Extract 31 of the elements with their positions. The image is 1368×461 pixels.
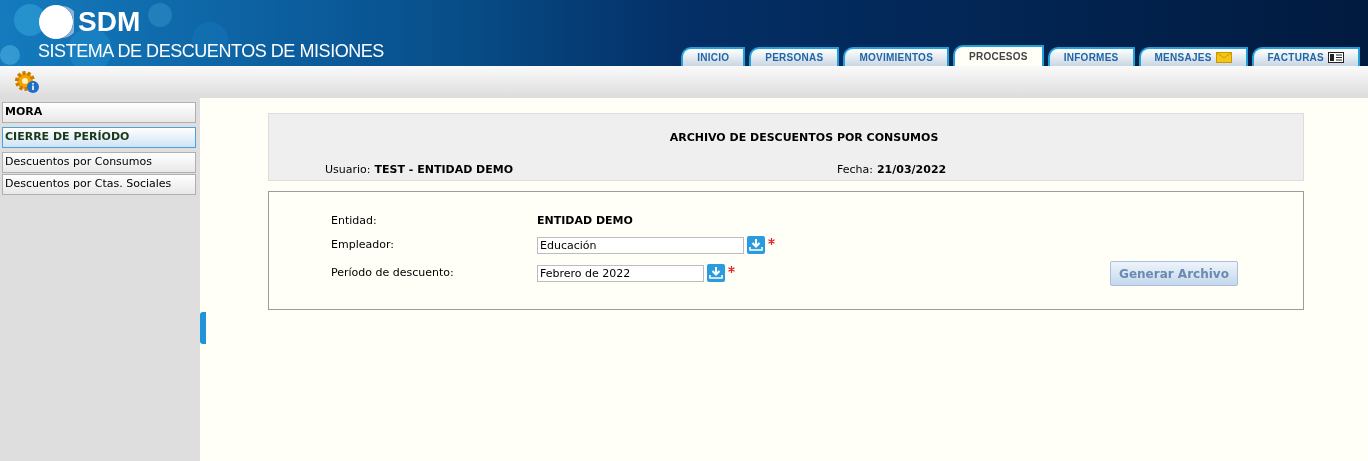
field-label: Período de descuento: [331,264,455,281]
nav-tab[interactable]: PROCESOS [953,45,1044,66]
user-label: Usuario: [325,161,371,178]
field-label: Empleador: [331,236,395,253]
nav-tab[interactable]: INFORMES [1047,47,1135,66]
select-field[interactable]: Educación [537,236,744,254]
nav-tab[interactable]: MOVIMIENTOS [843,47,950,66]
envelope-icon [1215,52,1232,63]
nav-tab[interactable]: PERSONAS [749,47,840,66]
app-title: SISTEMA DE DESCUENTOS DE MISIONES [38,42,384,60]
user-value: TEST - ENTIDAD DEMO [374,161,514,178]
panel-title: ARCHIVO DE DESCUENTOS POR CONSUMOS [668,130,940,146]
download-icon[interactable] [707,264,725,282]
date-value: 21/03/2022 [876,161,947,178]
download-icon[interactable] [747,236,765,254]
nav-tab[interactable]: MENSAJES [1138,47,1248,66]
logo-icon [38,4,74,40]
nav-tab[interactable]: FACTURAS [1251,47,1360,66]
sidebar-item[interactable]: MORA [2,102,196,123]
bill-icon [1328,52,1344,63]
select-field[interactable]: Febrero de 2022 [537,264,704,282]
sidebar-item[interactable]: CIERRE DE PERÍODO [2,127,196,148]
sidebar-item[interactable]: Descuentos por Consumos [2,152,196,173]
gear-icon[interactable] [14,70,40,94]
date-label: Fecha: [837,161,873,178]
nav-tab[interactable]: INICIO [681,47,746,66]
collapse-handle[interactable] [200,312,206,344]
field-label: Entidad: [331,212,378,229]
field-value: ENTIDAD DEMO [537,212,633,229]
sidebar-item[interactable]: Descuentos por Ctas. Sociales [2,174,196,195]
logo-text: SDM [78,8,141,36]
